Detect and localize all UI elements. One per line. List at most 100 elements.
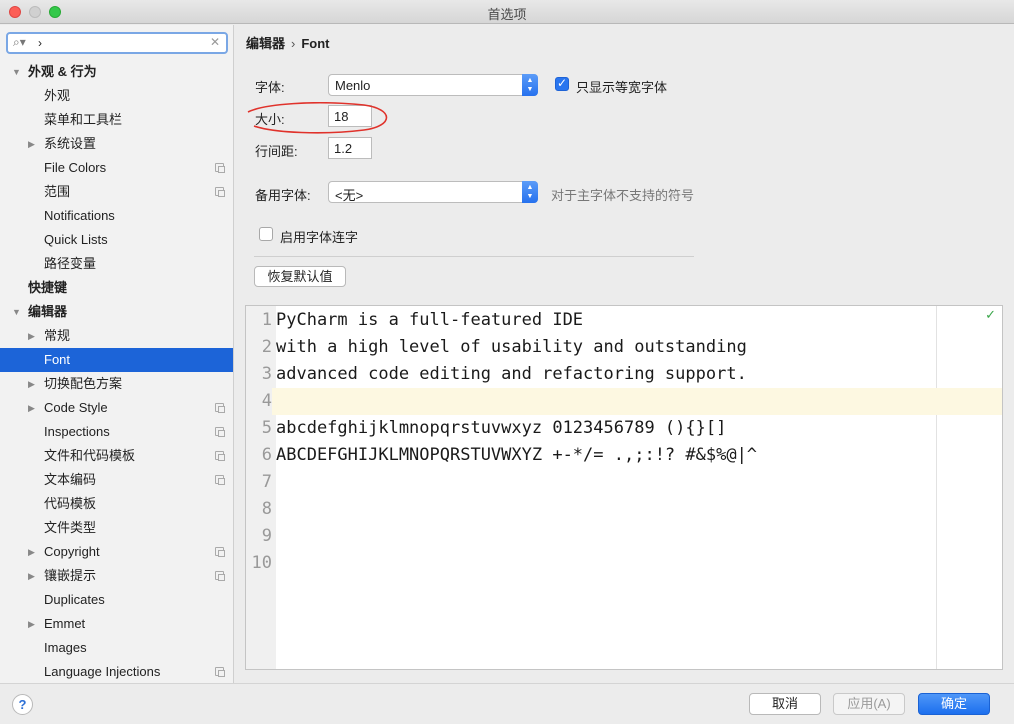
collapsed-arrow-icon[interactable]: ▶	[28, 324, 35, 348]
sidebar-item[interactable]: Duplicates	[0, 588, 233, 612]
sidebar-item-label: Notifications	[44, 208, 115, 223]
sidebar-item[interactable]: ▶ Code Style	[0, 396, 233, 420]
sidebar-item-label: 快捷键	[28, 280, 68, 295]
dialog-footer: ? 取消 应用(A) 确定	[0, 683, 1014, 724]
font-label: 字体:	[255, 80, 285, 95]
sidebar-item[interactable]: ▼ 编辑器	[0, 300, 233, 324]
code-line: 8	[246, 496, 1002, 523]
font-preview-editor[interactable]: ✓ 1 PyCharm is a full-featured IDE 2 with a…	[245, 305, 1003, 670]
sidebar-item[interactable]: 文本编码	[0, 468, 233, 492]
ligatures-checkbox[interactable]	[259, 227, 273, 241]
code-line: 2 with a high level of usability and outs…	[246, 334, 1002, 361]
sidebar-item[interactable]: ▶ 切换配色方案	[0, 372, 233, 396]
code-text: PyCharm is a full-featured IDE	[276, 310, 584, 330]
project-scope-icon	[215, 403, 225, 413]
ok-button[interactable]: 确定	[918, 693, 990, 715]
window-title: 首选项	[487, 7, 527, 22]
section-divider	[254, 256, 694, 257]
code-line: 4	[246, 388, 1002, 415]
sidebar-item[interactable]: ▶ 常规	[0, 324, 233, 348]
sidebar-item-label: 菜单和工具栏	[44, 112, 123, 127]
sidebar-item[interactable]: 范围	[0, 180, 233, 204]
code-text: advanced code editing and refactoring su…	[276, 364, 747, 384]
sidebar-item-label: Code Style	[44, 400, 108, 415]
sidebar-item[interactable]: Font	[0, 348, 233, 372]
sidebar-item[interactable]: Quick Lists	[0, 228, 233, 252]
sidebar-item-label: 文件和代码模板	[44, 448, 136, 463]
sidebar-item-label: Inspections	[44, 424, 110, 439]
settings-search-input[interactable]: ⌕▾ › ✕	[6, 32, 228, 54]
sidebar-item-label: Font	[44, 352, 71, 367]
sidebar-item[interactable]: ▶ Copyright	[0, 540, 233, 564]
sidebar-item-label: Duplicates	[44, 592, 105, 607]
line-number: 9	[261, 526, 272, 546]
code-line: 10	[246, 550, 1002, 577]
sidebar-item[interactable]: ▶ 镶嵌提示	[0, 564, 233, 588]
sidebar-item[interactable]: Images	[0, 636, 233, 660]
line-number: 4	[246, 388, 272, 415]
sidebar-item[interactable]: 菜单和工具栏	[0, 108, 233, 132]
line-spacing-value: 1.2	[334, 141, 353, 156]
collapsed-arrow-icon[interactable]: ▶	[28, 396, 35, 420]
sidebar-item[interactable]: File Colors	[0, 156, 233, 180]
sidebar-item[interactable]: 文件类型	[0, 516, 233, 540]
code-text: abcdefghijklmnopqrstuvwxyz 0123456789 ()…	[276, 418, 727, 438]
project-scope-icon	[215, 475, 225, 485]
sidebar-item[interactable]: ▼ 外观 & 行为	[0, 60, 233, 84]
fallback-font-hint: 对于主字体不支持的符号	[551, 188, 695, 203]
settings-tree: ▼ 外观 & 行为外观菜单和工具栏 ▶ 系统设置 File Colors 范围 Notifi…	[0, 60, 233, 683]
sidebar-item-label: File Colors	[44, 160, 107, 175]
sidebar-item[interactable]: Notifications	[0, 204, 233, 228]
sidebar-item[interactable]: 路径变量	[0, 252, 233, 276]
sidebar-item-label: 范围	[44, 184, 71, 199]
project-scope-icon	[215, 667, 225, 677]
monospace-only-label[interactable]: 只显示等宽字体	[576, 77, 667, 96]
project-scope-icon	[215, 163, 225, 173]
fallback-font-label: 备用字体:	[255, 188, 311, 203]
select-stepper-icon: ▲ ▼	[522, 181, 538, 203]
search-icon: ⌕▾	[13, 35, 26, 49]
expanded-arrow-icon[interactable]: ▼	[12, 60, 21, 84]
breadcrumb-parent[interactable]: 编辑器	[246, 36, 285, 51]
code-text: ABCDEFGHIJKLMNOPQRSTUVWXYZ +-*/= .,;:!? …	[276, 445, 758, 465]
apply-button[interactable]: 应用(A)	[833, 693, 905, 715]
collapsed-arrow-icon[interactable]: ▶	[28, 132, 35, 156]
sidebar-item-label: 外观	[44, 88, 71, 103]
clear-search-icon[interactable]: ✕	[210, 35, 220, 49]
breadcrumb-current: Font	[301, 36, 330, 51]
collapsed-arrow-icon[interactable]: ▶	[28, 612, 35, 636]
help-button[interactable]: ?	[12, 694, 33, 715]
font-family-select[interactable]: Menlo ▲ ▼	[328, 74, 538, 96]
collapsed-arrow-icon[interactable]: ▶	[28, 372, 35, 396]
line-spacing-label: 行间距:	[255, 144, 298, 159]
sidebar-item-label: 文本编码	[44, 472, 97, 487]
line-number: 7	[261, 472, 272, 492]
select-stepper-icon: ▲ ▼	[522, 74, 538, 96]
sidebar-item[interactable]: ▶ Emmet	[0, 612, 233, 636]
ligatures-label[interactable]: 启用字体连字	[280, 227, 358, 246]
sidebar-item-label: Images	[44, 640, 87, 655]
restore-defaults-button[interactable]: 恢复默认值	[254, 266, 346, 287]
project-scope-icon	[215, 571, 225, 581]
sidebar-item[interactable]: 外观	[0, 84, 233, 108]
sidebar-item-label: 路径变量	[44, 256, 97, 271]
font-family-value: Menlo	[335, 78, 371, 93]
expanded-arrow-icon[interactable]: ▼	[12, 300, 21, 324]
collapsed-arrow-icon[interactable]: ▶	[28, 540, 35, 564]
cancel-button[interactable]: 取消	[749, 693, 821, 715]
sidebar-item[interactable]: Language Injections	[0, 660, 233, 683]
code-line: 9	[246, 523, 1002, 550]
monospace-only-checkbox[interactable]	[555, 76, 569, 91]
fallback-font-value: <无>	[335, 188, 364, 203]
fallback-font-select[interactable]: <无> ▲ ▼	[328, 181, 538, 203]
sidebar-item[interactable]: 快捷键	[0, 276, 233, 300]
sidebar-item[interactable]: 代码模板	[0, 492, 233, 516]
line-spacing-input[interactable]: 1.2	[328, 137, 372, 159]
sidebar-item[interactable]: Inspections	[0, 420, 233, 444]
collapsed-arrow-icon[interactable]: ▶	[28, 564, 35, 588]
sidebar-item-label: Language Injections	[44, 664, 161, 679]
sidebar-item[interactable]: ▶ 系统设置	[0, 132, 233, 156]
line-number: 6	[261, 445, 272, 465]
sidebar-item-label: Quick Lists	[44, 232, 108, 247]
sidebar-item[interactable]: 文件和代码模板	[0, 444, 233, 468]
